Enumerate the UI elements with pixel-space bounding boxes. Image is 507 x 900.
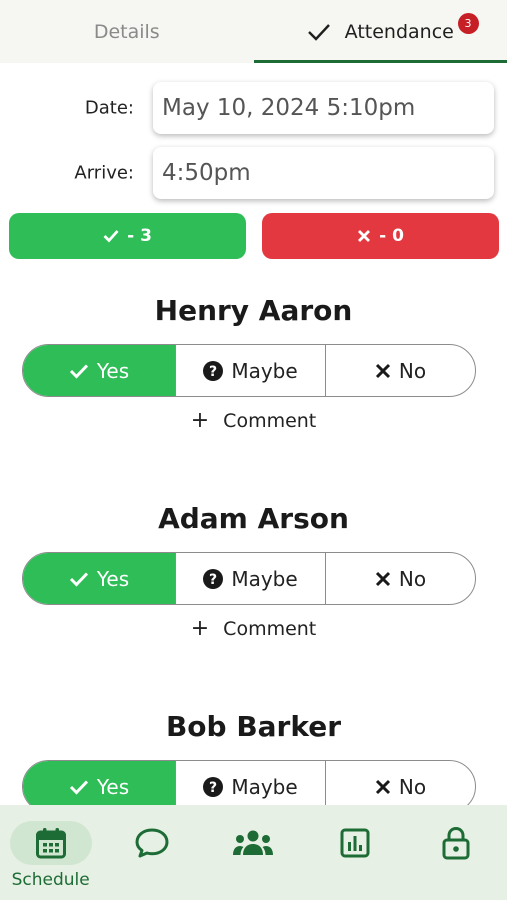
check-icon [103, 230, 119, 243]
rsvp-maybe-label: Maybe [231, 358, 298, 383]
rsvp-toggle: Yes ? Maybe No [22, 344, 476, 397]
question-circle-icon: ? [203, 360, 224, 381]
team-icon [233, 830, 274, 855]
nav-schedule-indicator [9, 821, 92, 865]
check-icon [69, 571, 89, 587]
x-icon [375, 363, 391, 379]
nav-lock[interactable] [406, 805, 507, 900]
tab-details-label: Details [93, 20, 160, 43]
nav-stats-indicator [314, 821, 396, 865]
yes-count-label: - 3 [127, 226, 152, 246]
date-field[interactable]: May 10, 2024 5:10pm [153, 82, 494, 134]
no-count-label: - 0 [379, 226, 404, 246]
player-name: Bob Barker [165, 710, 342, 743]
plus-icon: + [190, 408, 210, 433]
rsvp-maybe-label: Maybe [231, 566, 298, 591]
player-card: Henry Aaron Yes ? Maybe No + Comment [0, 291, 507, 433]
player-card: Bob Barker Yes ? Maybe No [0, 707, 507, 813]
arrive-field[interactable]: 4:50pm [153, 147, 494, 199]
rsvp-maybe-button[interactable]: ? Maybe [175, 345, 326, 396]
tab-attendance[interactable]: Attendance 3 [253, 0, 507, 63]
rsvp-no-button[interactable]: No [326, 553, 475, 604]
plus-icon: + [190, 616, 210, 641]
nav-chat-indicator [111, 821, 193, 865]
chat-icon [135, 828, 169, 858]
x-icon [375, 571, 391, 587]
nav-schedule[interactable]: Schedule [0, 805, 101, 900]
rsvp-maybe-button[interactable]: ? Maybe [175, 553, 326, 604]
no-count-button[interactable]: - 0 [262, 213, 499, 259]
bottom-nav: Schedule [0, 805, 507, 900]
x-icon [358, 230, 371, 242]
question-circle-icon: ? [203, 776, 224, 797]
nav-lock-indicator [415, 821, 497, 865]
player-card: Adam Arson Yes ? Maybe No + Comment [0, 499, 507, 641]
check-icon [307, 22, 331, 42]
nav-schedule-label: Schedule [11, 870, 90, 890]
rsvp-yes-label: Yes [96, 358, 130, 383]
check-icon [69, 779, 89, 795]
rsvp-no-label: No [398, 774, 427, 799]
svg-text:?: ? [209, 364, 217, 380]
attendance-count-badge: 3 [457, 13, 479, 34]
tab-details[interactable]: Details [0, 0, 254, 63]
arrive-label: Arrive: [74, 162, 134, 184]
add-comment-button[interactable]: + Comment [0, 408, 507, 433]
rsvp-yes-label: Yes [96, 566, 130, 591]
lock-icon [442, 826, 470, 860]
x-icon [375, 779, 391, 795]
nav-team-indicator [212, 821, 294, 865]
add-comment-label: Comment [223, 410, 317, 432]
rsvp-no-label: No [398, 358, 427, 383]
arrive-row: Arrive: 4:50pm [0, 147, 507, 199]
player-name: Adam Arson [158, 502, 349, 535]
date-label: Date: [84, 97, 134, 119]
check-icon [69, 363, 89, 379]
nav-team[interactable] [203, 805, 304, 900]
nav-chat[interactable] [101, 805, 202, 900]
question-circle-icon: ? [203, 568, 224, 589]
tab-attendance-label: Attendance [344, 20, 454, 43]
svg-text:?: ? [209, 572, 217, 588]
stats-icon [340, 828, 370, 858]
add-comment-button[interactable]: + Comment [0, 616, 507, 641]
rsvp-yes-label: Yes [96, 774, 130, 799]
date-row: Date: May 10, 2024 5:10pm [0, 82, 507, 134]
tab-bar: Details Attendance 3 [0, 0, 507, 63]
yes-count-button[interactable]: - 3 [9, 213, 246, 259]
calendar-icon [35, 828, 66, 859]
rsvp-yes-button[interactable]: Yes [23, 345, 175, 396]
player-name: Henry Aaron [154, 294, 353, 327]
rsvp-maybe-label: Maybe [231, 774, 298, 799]
rsvp-no-button[interactable]: No [326, 345, 475, 396]
svg-text:?: ? [209, 780, 217, 796]
rsvp-toggle: Yes ? Maybe No [22, 552, 476, 605]
nav-stats[interactable] [304, 805, 405, 900]
add-comment-label: Comment [223, 618, 317, 640]
rsvp-no-label: No [398, 566, 427, 591]
rsvp-yes-button[interactable]: Yes [23, 553, 175, 604]
